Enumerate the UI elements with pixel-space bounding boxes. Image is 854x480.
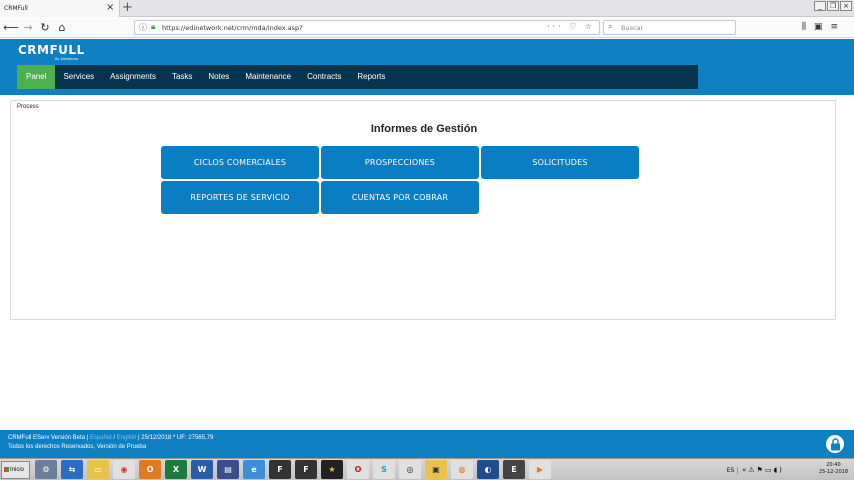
- library-sidebar-menu-icons[interactable]: ⫼▣≡: [802, 22, 846, 32]
- media-player-icon[interactable]: ▶: [529, 460, 551, 479]
- footer-version-line: CRMFull EServ Versión Beta | Español / E…: [8, 435, 214, 441]
- folder-icon[interactable]: ▭: [87, 460, 109, 479]
- panel-label: Process: [17, 104, 39, 110]
- menu-item-maintenance[interactable]: Maintenance: [237, 65, 299, 89]
- lock-button[interactable]: [824, 433, 846, 455]
- app-f2-icon[interactable]: F: [295, 460, 317, 479]
- reportes-de-servicio-button[interactable]: REPORTES DE SERVICIO: [161, 181, 319, 214]
- browser-nav-bar: ⟵ → ↻ ⌂ ⓘ 🔒︎ https://edinetwork.net/crm/…: [0, 18, 854, 38]
- browser-tab-bar: CRMFull × + _ ❐ ×: [0, 0, 854, 17]
- excel-icon[interactable]: X: [165, 460, 187, 479]
- start-button[interactable]: Inicio: [1, 461, 30, 479]
- app-e-icon[interactable]: E: [503, 460, 525, 479]
- tab-close-icon[interactable]: ×: [106, 2, 114, 14]
- footer-version: CRMFull EServ Versión Beta: [8, 435, 86, 441]
- language-indicator[interactable]: ES: [724, 466, 738, 474]
- teamviewer-icon[interactable]: ⇆: [61, 460, 83, 479]
- ie-icon[interactable]: e: [243, 460, 265, 479]
- padlock-icon: [831, 438, 840, 451]
- lang-es-link[interactable]: Español: [90, 435, 112, 441]
- close-window-icon[interactable]: ×: [840, 1, 852, 11]
- browser-tab[interactable]: CRMFull ×: [0, 0, 120, 17]
- process-panel: Process Informes de Gestión CICLOS COMER…: [10, 100, 836, 320]
- page-title: Informes de Gestión: [370, 123, 478, 135]
- info-icon[interactable]: ⓘ: [139, 22, 147, 33]
- star-app-icon[interactable]: ★: [321, 460, 343, 479]
- lock-icon[interactable]: 🔒︎: [151, 22, 155, 32]
- search-input[interactable]: ⌕ Buscar: [603, 20, 736, 35]
- firefox-icon[interactable]: ◍: [451, 460, 473, 479]
- maximize-icon[interactable]: ❐: [827, 1, 839, 11]
- cc-app-icon[interactable]: ◎: [399, 460, 421, 479]
- footer-date-uf: 25/12/2018 * UF: 27565,79: [141, 435, 214, 441]
- skype-icon[interactable]: S: [373, 460, 395, 479]
- reload-icon[interactable]: ↻: [37, 20, 53, 36]
- url-text[interactable]: https://edinetwork.net/crm/mda/index.asp…: [162, 24, 303, 32]
- os-taskbar: Inicio ⚙ ⇆ ▭ ◉ O X W ▤ e F F ★ O S ◎ ▣ ◍…: [0, 458, 854, 480]
- network-app-icon[interactable]: ◐: [477, 460, 499, 479]
- crmfull-logo[interactable]: CRMFULL: [18, 43, 85, 57]
- menu-item-reports[interactable]: Reports: [349, 65, 393, 89]
- clock[interactable]: 20:40 25-12-2018: [819, 462, 848, 476]
- ciclos-comerciales-button[interactable]: CICLOS COMERCIALES: [161, 146, 319, 179]
- lang-en-link[interactable]: English: [117, 435, 137, 441]
- opera-icon[interactable]: O: [347, 460, 369, 479]
- clock-time: 20:40: [826, 462, 841, 468]
- back-icon[interactable]: ⟵: [3, 20, 19, 36]
- logo-subtitle: By Datatema: [55, 57, 79, 61]
- remote-desktop-icon[interactable]: ▤: [217, 460, 239, 479]
- menu-item-services[interactable]: Services: [55, 65, 102, 89]
- url-bar[interactable]: ⓘ 🔒︎ https://edinetwork.net/crm/mda/inde…: [134, 20, 600, 35]
- menu-item-tasks[interactable]: Tasks: [164, 65, 200, 89]
- solicitudes-button[interactable]: SOLICITUDES: [481, 146, 639, 179]
- search-placeholder: Buscar: [621, 24, 644, 32]
- menu-item-assignments[interactable]: Assignments: [102, 65, 164, 89]
- menu-item-panel[interactable]: Panel: [17, 65, 56, 89]
- main-menu: Panel Services Assignments Tasks Notes M…: [17, 65, 698, 89]
- page-actions-icon[interactable]: ··· ♡ ☆: [547, 22, 595, 31]
- outlook-icon[interactable]: O: [139, 460, 161, 479]
- window-controls: _ ❐ ×: [814, 1, 852, 11]
- chrome-icon[interactable]: ◉: [113, 460, 135, 479]
- cuentas-por-cobrar-button[interactable]: CUENTAS POR COBRAR: [321, 181, 479, 214]
- menu-item-notes[interactable]: Notes: [200, 65, 237, 89]
- app-footer: CRMFull EServ Versión Beta | Español / E…: [0, 430, 854, 458]
- app-f-icon[interactable]: F: [269, 460, 291, 479]
- settings-app-icon[interactable]: ⚙: [35, 460, 57, 479]
- minimize-icon[interactable]: _: [814, 1, 826, 11]
- home-icon[interactable]: ⌂: [54, 20, 70, 36]
- clock-date: 25-12-2018: [818, 469, 848, 475]
- word-icon[interactable]: W: [191, 460, 213, 479]
- menu-item-contracts[interactable]: Contracts: [299, 65, 349, 89]
- taskbar-apps: ⚙ ⇆ ▭ ◉ O X W ▤ e F F ★ O S ◎ ▣ ◍ ◐ E ▶: [35, 460, 551, 479]
- tray-icons[interactable]: «⚠⚑▭◖): [742, 466, 784, 474]
- tab-title: CRMFull: [4, 5, 28, 12]
- forward-icon[interactable]: →: [20, 20, 36, 36]
- footer-rights: Todos los derechos Reservados, Versión d…: [8, 444, 147, 450]
- windows-flag-icon: [4, 466, 9, 472]
- notes-app-icon[interactable]: ▣: [425, 460, 447, 479]
- prospecciones-button[interactable]: PROSPECCIONES: [321, 146, 479, 179]
- system-tray: ES «⚠⚑▭◖) 20:40 25-12-2018: [724, 461, 852, 479]
- start-label: Inicio: [10, 467, 25, 473]
- search-icon: ⌕: [608, 22, 613, 31]
- new-tab-icon[interactable]: +: [122, 0, 133, 16]
